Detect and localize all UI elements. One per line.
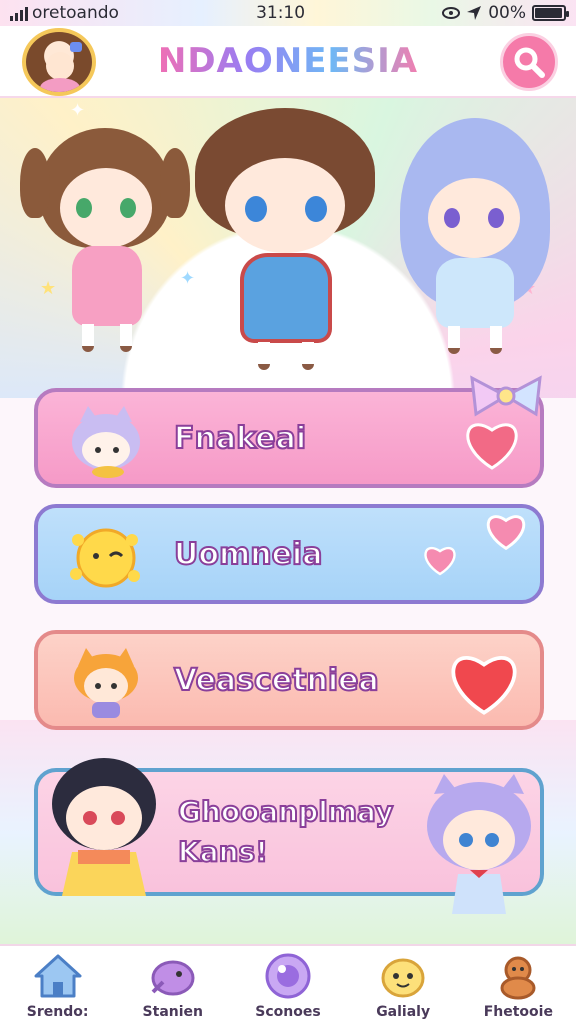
star-icon: ✦ (70, 100, 86, 121)
menu-card-3[interactable]: Veascetniea (34, 630, 544, 730)
search-button[interactable] (500, 33, 558, 91)
app-title: NDAONEESIA (157, 41, 419, 81)
smiley-icon (377, 952, 429, 1000)
nav-label: Galialy (376, 1004, 431, 1020)
carrier-name: oretoando (32, 3, 119, 23)
nav-item-3[interactable]: Sconoes (238, 952, 338, 1020)
orb-icon (262, 952, 314, 1000)
nav-label: Stanien (142, 1004, 203, 1020)
eye-icon (442, 7, 461, 19)
lavender-cat-girl-icon (414, 774, 544, 924)
status-time: 31:10 (256, 3, 306, 23)
cat-kid-icon (66, 646, 146, 720)
cookie-icon (492, 952, 544, 1000)
black-hair-kid-icon (42, 754, 172, 904)
menu-card-4-label-line2: Kans! (177, 834, 269, 869)
character-brown-boy (190, 108, 380, 378)
heart-icon (424, 546, 456, 576)
character-lavender-girl (390, 118, 560, 358)
nav-label: Fhetooie (483, 1004, 553, 1020)
menu-card-1[interactable]: Fnakeai (34, 375, 544, 488)
cat-mascot-icon (66, 404, 146, 478)
menu-card-2[interactable]: Uomneia (34, 504, 544, 604)
menu-card-4[interactable]: Ghooanplmay Kans! (34, 758, 544, 914)
menu-card-4-label-line1: Ghooanplmay (177, 794, 394, 829)
signal-icon (10, 5, 28, 21)
nav-label: Sconoes (255, 1004, 321, 1020)
heart-icon (486, 515, 526, 550)
location-arrow-icon (467, 6, 482, 20)
nav-label: Srendo: (26, 1004, 89, 1020)
nav-item-2[interactable]: Stanien (123, 952, 223, 1020)
nav-item-4[interactable]: Galialy (353, 952, 453, 1020)
status-left: oretoando (10, 3, 119, 23)
heart-icon (466, 423, 518, 470)
ribbon-bow-icon (470, 375, 542, 417)
bottom-navigation: Srendo: Stanien Sconoes Galialy Fhetooie (0, 944, 576, 1024)
hero-banner: ★ ✦ ★ ✦ (0, 98, 576, 398)
menu-card-2-label: Uomneia (173, 536, 323, 573)
app-header: NDAONEESIA (0, 26, 576, 98)
menu-card-1-label: Fnakeai (173, 420, 307, 457)
character-pink-girl (20, 128, 190, 358)
bird-icon (147, 952, 199, 1000)
avatar-icon[interactable] (22, 28, 96, 96)
menu-card-3-label: Veascetniea (173, 662, 380, 699)
nav-item-home[interactable]: Srendo: (8, 952, 108, 1020)
nav-item-5[interactable]: Fhetooie (468, 952, 568, 1020)
status-right: 00% (442, 3, 569, 23)
battery-percent: 00% (488, 3, 526, 23)
home-icon (32, 952, 84, 1000)
status-bar: oretoando 31:10 00% (0, 0, 576, 26)
search-icon (514, 47, 545, 78)
battery-icon (531, 5, 569, 21)
sun-mascot-icon (66, 520, 146, 594)
heart-icon (451, 656, 517, 715)
